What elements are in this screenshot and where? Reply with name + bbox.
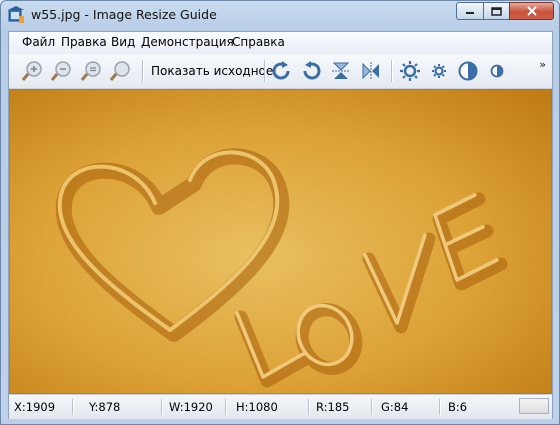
menu-edit[interactable]: Правка	[61, 35, 107, 49]
zoom-out-icon	[50, 61, 71, 81]
zoom-in-icon	[21, 61, 42, 81]
status-separator	[308, 399, 310, 415]
menu-view[interactable]: Вид	[111, 35, 135, 49]
maximize-icon	[491, 6, 502, 16]
brightness-up-icon	[400, 61, 420, 81]
toolbar-separator	[264, 60, 266, 82]
contrast-up-icon	[458, 61, 478, 81]
window-frame-bottom	[1, 420, 559, 424]
status-separator	[72, 399, 74, 415]
zoom-actual-icon	[109, 61, 130, 81]
flip-vertical-icon	[332, 62, 350, 79]
brightness-up-button[interactable]	[398, 59, 422, 83]
menu-help[interactable]: Справка	[232, 35, 285, 49]
sand-love-image	[9, 89, 552, 394]
brightness-down-button[interactable]	[427, 59, 451, 83]
menu-demo[interactable]: Демонстрация	[141, 35, 234, 49]
zoom-out-button[interactable]	[49, 59, 73, 83]
toolbar-separator	[142, 60, 144, 82]
rotate-left-icon	[303, 61, 321, 80]
color-swatch	[519, 398, 549, 414]
rotate-left-button[interactable]	[299, 59, 323, 83]
status-y: Y:878	[89, 400, 121, 414]
status-width: W:1920	[169, 400, 213, 414]
zoom-fit-icon	[80, 61, 101, 81]
status-green: G:84	[381, 400, 409, 414]
toolbar-separator	[391, 60, 393, 82]
status-bar: X:1909 Y:878 W:1920 H:1080 R:185 G:84 B:…	[9, 394, 552, 419]
status-separator	[371, 399, 373, 415]
window-title: w55.jpg - Image Resize Guide	[31, 7, 217, 22]
flip-horizontal-icon	[362, 62, 379, 80]
show-original-button[interactable]: Показать исходное	[151, 64, 273, 78]
brightness-down-icon	[432, 64, 446, 78]
close-button[interactable]	[509, 2, 554, 20]
status-separator	[439, 399, 441, 415]
client-area: Файл Правка Вид Демонстрация Справка Пок…	[8, 31, 553, 419]
status-red: R:185	[316, 400, 350, 414]
flip-horizontal-button[interactable]	[359, 59, 383, 83]
contrast-down-button[interactable]	[485, 59, 509, 83]
toolbar-overflow-button[interactable]: »	[539, 58, 546, 71]
minimize-icon	[466, 12, 474, 14]
image-viewport[interactable]	[9, 89, 552, 394]
zoom-actual-button[interactable]	[108, 59, 132, 83]
app-icon	[8, 6, 24, 23]
title-bar[interactable]: w55.jpg - Image Resize Guide	[1, 1, 559, 29]
menu-file[interactable]: Файл	[22, 35, 55, 49]
app-window: w55.jpg - Image Resize Guide Файл Правка…	[0, 0, 560, 425]
toolbar: Показать исходное »	[9, 54, 552, 89]
maximize-button[interactable]	[483, 2, 509, 20]
zoom-fit-button[interactable]	[79, 59, 103, 83]
status-x: X:1909	[14, 400, 56, 414]
menu-bar: Файл Правка Вид Демонстрация Справка	[9, 32, 552, 55]
flip-vertical-button[interactable]	[329, 59, 353, 83]
rotate-right-icon	[272, 61, 290, 80]
status-separator	[161, 399, 163, 415]
contrast-down-icon	[490, 64, 504, 78]
zoom-in-button[interactable]	[20, 59, 44, 83]
contrast-up-button[interactable]	[456, 59, 480, 83]
status-blue: B:6	[448, 400, 468, 414]
status-separator	[225, 399, 227, 415]
rotate-right-button[interactable]	[270, 59, 294, 83]
minimize-button[interactable]	[456, 2, 483, 20]
status-height: H:1080	[236, 400, 278, 414]
caption-buttons	[456, 2, 554, 21]
close-icon	[526, 6, 537, 16]
